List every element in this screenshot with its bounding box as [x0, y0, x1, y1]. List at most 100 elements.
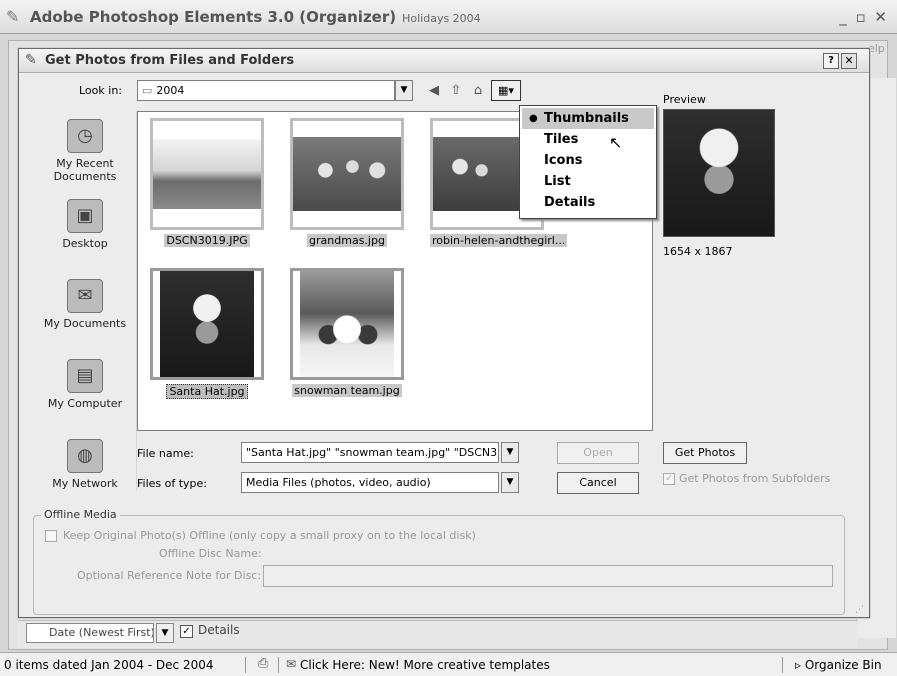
reference-note-input[interactable] [263, 565, 833, 587]
place-desktop[interactable]: ▣ Desktop [33, 199, 137, 250]
get-photos-dialog: ✎ Get Photos from Files and Folders ? ✕ … [18, 48, 870, 618]
subfolders-label: Get Photos from Subfolders [679, 472, 831, 485]
place-label: Desktop [62, 237, 108, 250]
app-title-text: Adobe Photoshop Elements 3.0 (Organizer) [30, 8, 397, 26]
thumbnail [150, 118, 264, 230]
details-label: Details [198, 623, 240, 637]
back-icon[interactable]: ◀ [425, 82, 443, 100]
file-name: grandmas.jpg [307, 234, 387, 247]
chevron-down-icon[interactable]: ▼ [501, 442, 519, 463]
views-menu-button[interactable]: ▦▾ [491, 80, 521, 101]
cancel-button[interactable]: Cancel [557, 472, 639, 494]
offline-media-legend: Offline Media [41, 508, 120, 521]
menu-item-thumbnails[interactable]: ● Thumbnails [522, 108, 654, 129]
file-name: Santa Hat.jpg [166, 384, 248, 399]
dialog-titlebar: ✎ Get Photos from Files and Folders ? ✕ [19, 49, 869, 73]
photo-snowman [300, 271, 394, 377]
status-divider [245, 657, 246, 673]
status-bar: 0 items dated Jan 2004 - Dec 2004 ⎙ ✉ Cl… [0, 652, 897, 676]
recent-documents-icon: ◷ [67, 119, 103, 153]
place-my-documents[interactable]: ✉ My Documents [33, 279, 137, 330]
catalog-name: Holidays 2004 [402, 12, 481, 25]
file-item[interactable]: DSCN3019.JPG [150, 118, 264, 247]
place-label: My Recent Documents [53, 157, 117, 183]
mouse-pointer-icon: ↖ [609, 133, 623, 152]
details-checkbox[interactable]: ✓ [180, 625, 193, 638]
thumbnail [290, 118, 404, 230]
window-controls[interactable]: _ ▫ ✕ [839, 8, 889, 26]
organize-bin-toggle[interactable]: ▹ Organize Bin [795, 658, 882, 672]
dialog-title: Get Photos from Files and Folders [45, 53, 295, 68]
chevron-down-icon[interactable]: ▼ [156, 623, 174, 643]
photo-santa-hat [160, 271, 254, 377]
place-label: My Network [52, 477, 118, 490]
chevron-down-icon[interactable]: ▼ [501, 472, 519, 493]
help-link[interactable]: elp [868, 42, 885, 55]
place-my-computer[interactable]: ▤ My Computer [33, 359, 137, 410]
menu-label: Icons [544, 153, 583, 168]
resize-grip-icon[interactable]: ⋰ [855, 605, 864, 615]
subfolders-checkbox[interactable]: ✓ [663, 473, 675, 485]
app-title: Adobe Photoshop Elements 3.0 (Organizer)… [30, 8, 481, 26]
menu-item-details[interactable]: Details [522, 192, 654, 213]
file-item-selected[interactable]: Santa Hat.jpg [150, 268, 264, 399]
look-in-label: Look in: [79, 84, 122, 97]
chevron-down-icon[interactable]: ▼ [395, 80, 413, 101]
look-in-select[interactable]: ▭ 2004 [137, 80, 395, 101]
file-name-input[interactable]: "Santa Hat.jpg" "snowman team.jpg" "DSCN… [241, 442, 499, 463]
file-name: DSCN3019.JPG [164, 234, 250, 247]
new-folder-icon[interactable]: ⌂ [469, 82, 487, 100]
desktop-icon: ▣ [67, 199, 103, 233]
menu-label: Details [544, 195, 596, 210]
app-titlebar: ✎ Adobe Photoshop Elements 3.0 (Organize… [0, 0, 897, 34]
place-label: My Computer [47, 397, 123, 410]
place-recent-documents[interactable]: ◷ My Recent Documents [33, 119, 137, 183]
promo-link[interactable]: Click Here: New! More creative templates [300, 658, 550, 672]
folder-icon: ▭ [142, 84, 153, 97]
file-name: robin-helen-andthegirl... [430, 234, 568, 247]
photo-family [293, 137, 401, 211]
preview-photo [664, 110, 774, 236]
preview-image [663, 109, 775, 237]
look-in-value: 2004 [156, 84, 185, 97]
thumbnail [290, 268, 404, 380]
print-icon[interactable]: ⎙ [258, 656, 268, 671]
views-menu: ● Thumbnails Tiles Icons List Details [519, 105, 657, 219]
my-network-icon: ◍ [67, 439, 103, 473]
keep-offline-checkbox[interactable] [45, 530, 57, 542]
disc-name-label: Offline Disc Name: [159, 547, 262, 560]
file-item[interactable]: grandmas.jpg [290, 118, 404, 247]
file-type-select[interactable]: Media Files (photos, video, audio) [241, 472, 499, 493]
file-type-label: Files of type: [137, 477, 208, 490]
menu-item-tiles[interactable]: Tiles [522, 129, 654, 150]
mail-icon: ✉ [286, 657, 297, 671]
my-computer-icon: ▤ [67, 359, 103, 393]
up-folder-icon[interactable]: ⇧ [447, 82, 465, 100]
status-divider [782, 657, 783, 673]
file-name-label: File name: [137, 447, 194, 460]
place-my-network[interactable]: ◍ My Network [33, 439, 137, 490]
reference-note-label: Optional Reference Note for Disc: [77, 569, 262, 582]
photo-landscape [153, 139, 261, 209]
menu-label: Thumbnails [544, 111, 629, 126]
file-item-selected[interactable]: snowman team.jpg [290, 268, 404, 397]
dialog-help-button[interactable]: ? [823, 53, 839, 69]
dialog-close-button[interactable]: ✕ [841, 53, 857, 69]
menu-label: List [544, 174, 571, 189]
menu-label: Tiles [544, 132, 579, 147]
status-divider [278, 657, 279, 673]
get-photos-button[interactable]: Get Photos [663, 442, 747, 464]
my-documents-icon: ✉ [67, 279, 103, 313]
menu-item-icons[interactable]: Icons [522, 150, 654, 171]
bullet-icon: ● [529, 113, 538, 124]
places-bar: ◷ My Recent Documents ▣ Desktop ✉ My Doc… [33, 111, 137, 491]
place-label: My Documents [43, 317, 127, 330]
sort-order-select[interactable]: Date (Newest First) [26, 623, 154, 643]
status-text: 0 items dated Jan 2004 - Dec 2004 [4, 658, 214, 672]
app-logo-icon: ✎ [6, 7, 20, 26]
preview-label: Preview [663, 93, 706, 106]
open-button[interactable]: Open [557, 442, 639, 464]
preview-dimensions: 1654 x 1867 [663, 245, 733, 258]
keep-offline-label: Keep Original Photo(s) Offline (only cop… [63, 529, 476, 542]
menu-item-list[interactable]: List [522, 171, 654, 192]
